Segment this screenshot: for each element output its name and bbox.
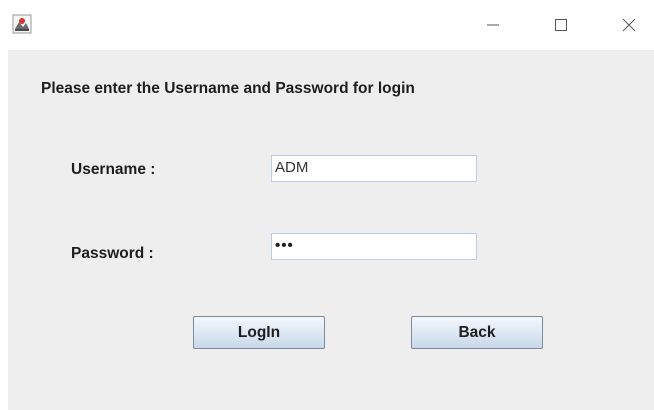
app-icon[interactable] — [12, 14, 32, 34]
title-bar — [0, 0, 654, 50]
maximize-button[interactable] — [538, 0, 584, 50]
password-field[interactable]: ••• — [271, 233, 477, 260]
back-button[interactable]: Back — [411, 316, 543, 349]
maximize-icon — [555, 19, 567, 31]
username-field[interactable]: ADM — [271, 155, 477, 182]
minimize-icon — [487, 24, 499, 26]
password-label: Password : — [71, 245, 154, 262]
username-label: Username : — [71, 161, 156, 178]
close-icon — [622, 18, 636, 32]
login-button[interactable]: LogIn — [193, 316, 325, 349]
close-button[interactable] — [606, 0, 652, 50]
login-prompt: Please enter the Username and Password f… — [41, 80, 415, 97]
login-panel: Please enter the Username and Password f… — [8, 50, 654, 410]
minimize-button[interactable] — [470, 0, 516, 50]
